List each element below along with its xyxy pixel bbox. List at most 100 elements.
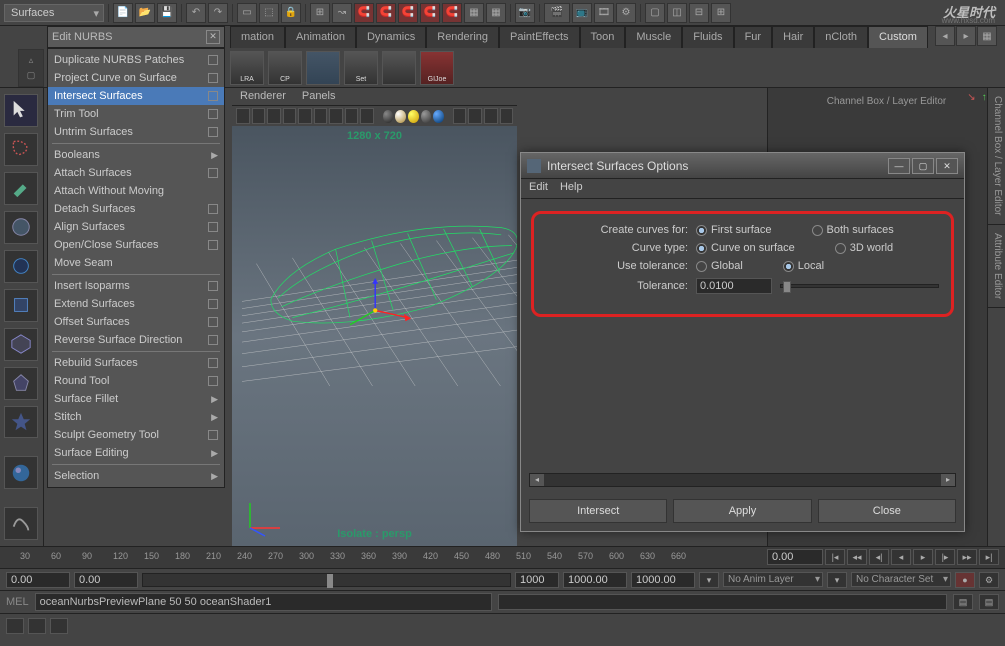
option-box-icon[interactable]: [208, 109, 218, 119]
snap-point-icon[interactable]: 🧲: [354, 3, 374, 23]
vp-btn[interactable]: [500, 108, 514, 124]
file-new-icon[interactable]: 📄: [113, 3, 133, 23]
module-tab-rendering[interactable]: Rendering: [426, 26, 499, 48]
nurbs-menu-item[interactable]: Stitch▶: [48, 408, 224, 426]
module-tab-dynamics[interactable]: Dynamics: [356, 26, 426, 48]
command-input[interactable]: [35, 593, 492, 611]
layout-2-icon[interactable]: ◫: [667, 3, 687, 23]
range-end-outer[interactable]: [631, 572, 695, 588]
tolerance-slider[interactable]: [780, 284, 939, 288]
nurbs-menu-item[interactable]: Duplicate NURBS Patches: [48, 51, 224, 69]
dialog-menu-edit[interactable]: Edit: [529, 181, 548, 196]
module-tab-custom[interactable]: Custom: [868, 26, 928, 48]
module-tab-toon[interactable]: Toon: [580, 26, 626, 48]
snap-curve-icon[interactable]: ↝: [332, 3, 352, 23]
character-set-dropdown[interactable]: No Character Set: [851, 572, 951, 587]
layout-1-icon[interactable]: ▢: [645, 3, 665, 23]
script-editor-icon[interactable]: ▤: [953, 594, 973, 610]
select-tool[interactable]: [4, 94, 38, 127]
extra-btn[interactable]: [28, 618, 46, 634]
vp-btn[interactable]: [484, 108, 498, 124]
shelf-item[interactable]: [382, 51, 416, 85]
nurbs-menu-item[interactable]: Open/Close Surfaces: [48, 236, 224, 254]
maximize-icon[interactable]: ▢: [912, 158, 934, 174]
layout-tool[interactable]: [4, 507, 38, 540]
last-tool[interactable]: [4, 456, 38, 489]
viewport-menu-panels[interactable]: Panels: [302, 90, 336, 103]
range-slider[interactable]: [142, 573, 511, 587]
tab-menu-icon[interactable]: ▦: [977, 26, 997, 46]
module-tab-mation[interactable]: mation: [230, 26, 285, 48]
prefs-icon[interactable]: ⚙: [979, 572, 999, 588]
module-tab-hair[interactable]: Hair: [772, 26, 814, 48]
vp-btn[interactable]: [329, 108, 343, 124]
nurbs-menu-item[interactable]: Align Surfaces: [48, 218, 224, 236]
next-key-icon[interactable]: |▸: [935, 549, 955, 565]
shade-sphere-icon[interactable]: [383, 110, 394, 123]
shade-sphere-icon[interactable]: [408, 110, 419, 123]
shade-sphere-icon[interactable]: [433, 110, 444, 123]
radio-curve-on-surface[interactable]: [696, 243, 707, 254]
nurbs-menu-item[interactable]: Trim Tool: [48, 105, 224, 123]
tab-next-icon[interactable]: ▸: [956, 26, 976, 46]
nurbs-menu-item[interactable]: Attach Without Moving: [48, 182, 224, 200]
nurbs-menu-item[interactable]: Detach Surfaces: [48, 200, 224, 218]
shelf-item[interactable]: LRA: [230, 51, 264, 85]
close-icon[interactable]: ✕: [206, 30, 220, 44]
nurbs-menu-item[interactable]: Rebuild Surfaces: [48, 354, 224, 372]
manipulator-tool[interactable]: [4, 328, 38, 361]
nurbs-menu-item[interactable]: Untrim Surfaces: [48, 123, 224, 141]
option-box-icon[interactable]: [208, 281, 218, 291]
viewport-menu-renderer[interactable]: Renderer: [240, 90, 286, 103]
tolerance-input[interactable]: [696, 278, 772, 294]
vtab-channel-box[interactable]: Channel Box / Layer Editor: [988, 88, 1005, 225]
module-tab-painteffects[interactable]: PaintEffects: [499, 26, 580, 48]
snap-live-icon[interactable]: 🧲: [420, 3, 440, 23]
module-tab-fur[interactable]: Fur: [734, 26, 773, 48]
file-save-icon[interactable]: 💾: [157, 3, 177, 23]
vp-btn[interactable]: [314, 108, 328, 124]
nurbs-menu-item[interactable]: Selection▶: [48, 467, 224, 485]
ipr-icon[interactable]: 📺: [572, 3, 592, 23]
extra-btn[interactable]: [6, 618, 24, 634]
vp-btn[interactable]: [236, 108, 250, 124]
option-box-icon[interactable]: [208, 204, 218, 214]
module-tab-animation[interactable]: Animation: [285, 26, 356, 48]
layout-4-icon[interactable]: ⊞: [711, 3, 731, 23]
shelf-item[interactable]: GIJoe: [420, 51, 454, 85]
anim-layer-dropdown[interactable]: No Anim Layer: [723, 572, 823, 587]
layout-3-icon[interactable]: ⊟: [689, 3, 709, 23]
radio-both-surfaces[interactable]: [812, 225, 823, 236]
snap-plane-icon[interactable]: 🧲: [376, 3, 396, 23]
option-box-icon[interactable]: [208, 299, 218, 309]
extra-btn[interactable]: [50, 618, 68, 634]
nurbs-menu-item[interactable]: Surface Editing▶: [48, 444, 224, 462]
option-box-icon[interactable]: [208, 55, 218, 65]
rotate-tool[interactable]: [4, 250, 38, 283]
go-start-icon[interactable]: |◂: [825, 549, 845, 565]
autokey-icon[interactable]: ●: [955, 572, 975, 588]
option-box-icon[interactable]: [208, 222, 218, 232]
nurbs-menu-item[interactable]: Booleans▶: [48, 146, 224, 164]
radio-global[interactable]: [696, 261, 707, 272]
nurbs-menu-item[interactable]: Reverse Surface Direction: [48, 331, 224, 349]
radio-first-surface[interactable]: [696, 225, 707, 236]
nurbs-menu-item[interactable]: Extend Surfaces: [48, 295, 224, 313]
range-end-inner[interactable]: [563, 572, 627, 588]
nurbs-menu-item[interactable]: Round Tool: [48, 372, 224, 390]
option-box-icon[interactable]: [208, 91, 218, 101]
help-icon[interactable]: ▤: [979, 594, 999, 610]
option-box-icon[interactable]: [208, 317, 218, 327]
dialog-menu-help[interactable]: Help: [560, 181, 583, 196]
vtab-attribute-editor[interactable]: Attribute Editor: [988, 225, 1005, 308]
play-back-icon[interactable]: ◂: [891, 549, 911, 565]
scale-tool[interactable]: [4, 289, 38, 322]
snap-off-icon[interactable]: 🧲: [442, 3, 462, 23]
option-box-icon[interactable]: [208, 168, 218, 178]
nurbs-menu-item[interactable]: Sculpt Geometry Tool: [48, 426, 224, 444]
module-tab-muscle[interactable]: Muscle: [625, 26, 682, 48]
intersect-button[interactable]: Intersect: [529, 499, 667, 523]
apply-button[interactable]: Apply: [673, 499, 811, 523]
option-box-icon[interactable]: [208, 430, 218, 440]
nurbs-menu-item[interactable]: Intersect Surfaces: [48, 87, 224, 105]
